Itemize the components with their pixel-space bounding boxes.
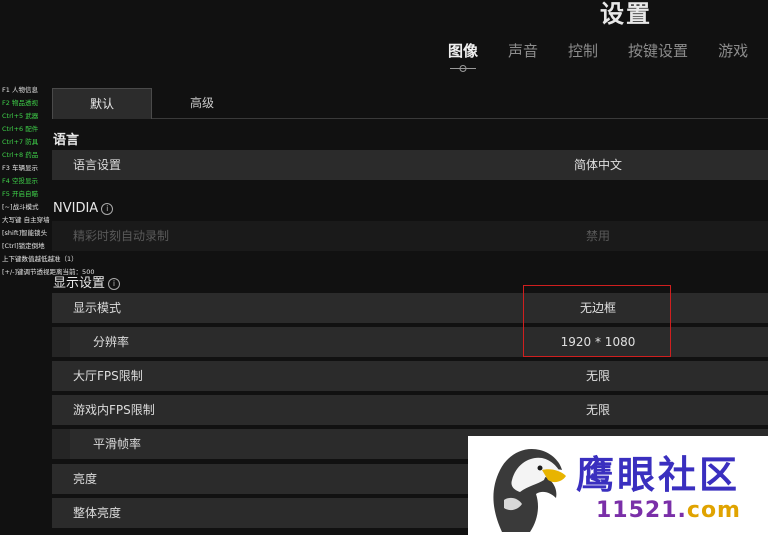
highlight-box xyxy=(523,285,671,357)
info-icon[interactable]: i xyxy=(101,202,114,215)
hotkey-line: 上下键数值越低越准（1） xyxy=(2,255,78,263)
settings-title: 设置 xyxy=(600,0,652,28)
setting-row-highlights: 精彩时刻自动录制 禁用 xyxy=(52,221,768,251)
section-language: 语言 xyxy=(53,133,80,148)
hotkey-line: F5 开启自瞄 xyxy=(2,190,38,198)
setting-row-lobby-fps[interactable]: 大厅FPS限制 无限 xyxy=(52,361,768,391)
top-tab-bar: 图像 声音 控制 按键设置 游戏 xyxy=(448,40,768,69)
section-nvidia-label: NVIDIA xyxy=(53,201,99,216)
setting-value: 禁用 xyxy=(585,229,610,243)
tab-graphics[interactable]: 图像 xyxy=(448,40,478,69)
subtab-advanced[interactable]: 高级 xyxy=(174,88,230,118)
setting-label: 游戏内FPS限制 xyxy=(73,403,155,417)
indent-marker xyxy=(52,327,70,357)
tab-gameplay[interactable]: 游戏 xyxy=(718,40,748,61)
watermark-logo: 鹰眼社区 11521.com xyxy=(468,436,768,535)
setting-label: 大厅FPS限制 xyxy=(73,369,143,383)
indent-marker xyxy=(52,429,70,459)
setting-label: 亮度 xyxy=(73,472,98,486)
tab-keybindings[interactable]: 按键设置 xyxy=(628,40,688,61)
setting-label: 显示模式 xyxy=(73,301,122,315)
setting-value[interactable]: 无限 xyxy=(548,395,648,425)
eagle-icon xyxy=(493,448,566,532)
setting-label: 分辨率 xyxy=(93,335,130,349)
watermark-url-tld: com xyxy=(686,498,741,523)
setting-label: 整体亮度 xyxy=(73,506,122,520)
subtab-default[interactable]: 默认 xyxy=(52,88,152,119)
info-icon[interactable]: i xyxy=(108,277,121,290)
setting-label: 语言设置 xyxy=(73,158,122,172)
watermark-url-number: 11521. xyxy=(596,498,687,523)
section-display-label: 显示设置 xyxy=(53,276,106,291)
section-nvidia: NVIDIA i xyxy=(53,201,114,216)
sub-tab-bar: 默认 高级 xyxy=(52,88,768,119)
setting-value[interactable]: 无限 xyxy=(548,361,648,391)
tab-controls[interactable]: 控制 xyxy=(568,40,598,61)
watermark-name: 鹰眼社区 xyxy=(576,452,741,497)
setting-value[interactable]: 简体中文 xyxy=(548,150,648,180)
watermark-url: 11521.com xyxy=(596,498,741,523)
tab-sound[interactable]: 声音 xyxy=(508,40,538,61)
setting-row-ingame-fps[interactable]: 游戏内FPS限制 无限 xyxy=(52,395,768,425)
setting-label: 精彩时刻自动录制 xyxy=(73,229,170,243)
section-display: 显示设置 i xyxy=(53,272,121,291)
setting-row-language[interactable]: 语言设置 简体中文 xyxy=(52,150,768,180)
setting-label: 平滑帧率 xyxy=(93,437,142,451)
